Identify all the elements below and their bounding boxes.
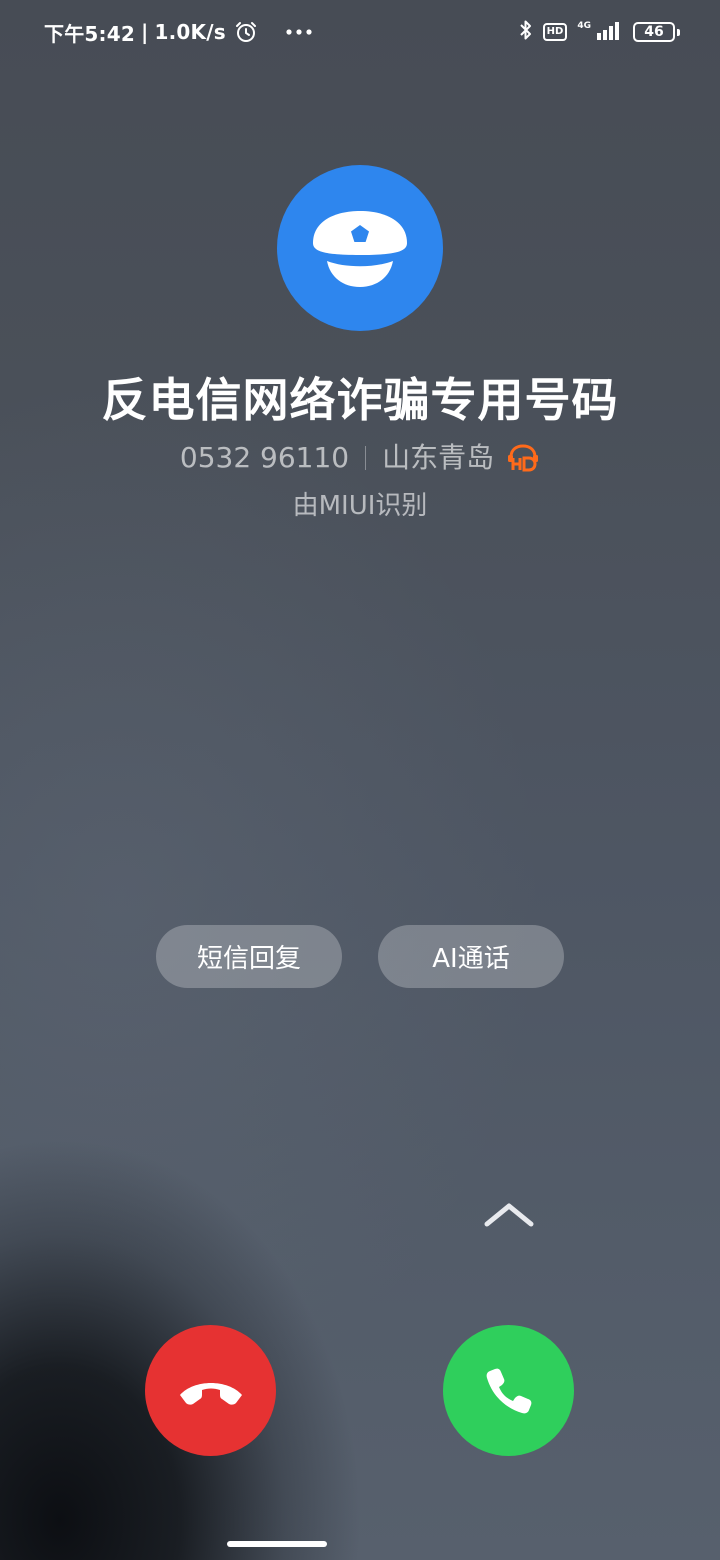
identified-by-label: 由MIUI识别 <box>292 491 428 521</box>
status-time: 下午5:42 <box>44 21 135 46</box>
alarm-clock-icon <box>234 20 258 44</box>
ai-call-button[interactable]: AI通话 <box>378 925 564 988</box>
battery-level: 46 <box>633 22 675 42</box>
more-notifications-icon <box>286 28 312 36</box>
caller-details: 0532 96110 山东青岛 <box>0 438 720 478</box>
police-cap-icon <box>313 211 407 287</box>
network-speed: 1.0K/s <box>154 20 226 44</box>
caller-location: 山东青岛 <box>382 441 495 474</box>
battery-tip <box>677 28 680 36</box>
decline-call-button[interactable] <box>145 1325 276 1456</box>
caller-avatar <box>277 165 443 331</box>
status-separator: | <box>140 20 149 44</box>
caller-name: 反电信网络诈骗专用号码 <box>101 373 619 427</box>
phone-icon <box>486 1368 531 1413</box>
status-left: 下午5:42 | 1.0K/s <box>44 18 312 46</box>
sms-reply-button[interactable]: 短信回复 <box>156 925 342 988</box>
details-divider <box>365 446 367 470</box>
status-right: HD 4G 46 <box>509 18 680 46</box>
swipe-up-chevron-icon[interactable] <box>482 1198 536 1232</box>
answer-call-button[interactable] <box>443 1325 574 1456</box>
hd-badge: HD <box>542 23 568 41</box>
signal-strength-icon <box>597 20 623 44</box>
caller-number: 0532 96110 <box>179 441 350 474</box>
home-indicator[interactable] <box>227 1541 327 1547</box>
hang-up-icon <box>179 1382 242 1405</box>
status-bar: 下午5:42 | 1.0K/s HD 4G 46 <box>0 0 720 64</box>
bluetooth-icon <box>519 19 533 45</box>
network-type-label: 4G <box>577 21 591 31</box>
battery-indicator: 46 <box>633 22 680 42</box>
hd-voice-icon <box>506 444 540 472</box>
